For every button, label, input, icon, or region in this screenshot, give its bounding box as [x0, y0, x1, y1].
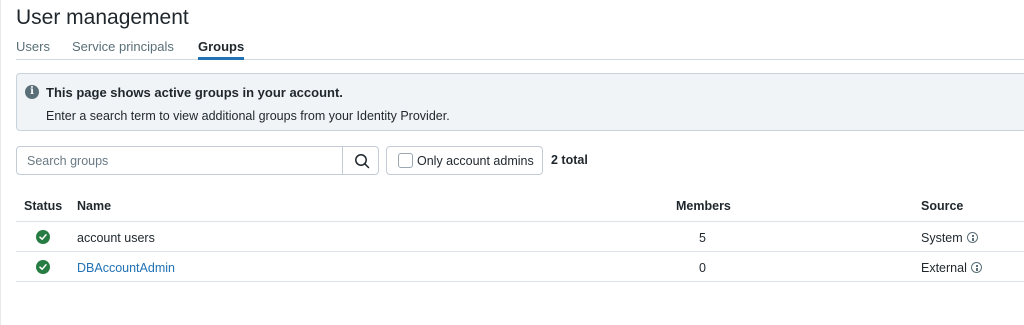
- header-divider: [16, 221, 1024, 222]
- banner-text: Enter a search term to view additional g…: [46, 109, 450, 123]
- filter-label: Only account admins: [417, 154, 534, 168]
- group-name[interactable]: account users: [77, 230, 155, 246]
- group-source: System: [921, 231, 963, 245]
- banner-title: This page shows active groups in your ac…: [46, 85, 343, 100]
- search-input[interactable]: [17, 147, 342, 174]
- member-count: 5: [699, 231, 706, 245]
- search-icon: [355, 154, 370, 169]
- search-button[interactable]: [342, 147, 379, 174]
- info-icon[interactable]: [967, 232, 978, 243]
- column-header-source: Source: [921, 199, 964, 213]
- row-divider: [16, 281, 1024, 282]
- group-source: External: [921, 261, 967, 275]
- check-icon: [39, 264, 47, 270]
- tab-users[interactable]: Users: [16, 39, 50, 55]
- column-header-name: Name: [77, 199, 112, 213]
- status-active-icon: [36, 260, 50, 274]
- info-icon[interactable]: [971, 262, 982, 273]
- tab-service-principals[interactable]: Service principals: [72, 39, 174, 55]
- row-divider: [16, 251, 1024, 252]
- check-icon: [39, 234, 47, 240]
- account-admins-filter[interactable]: Only account admins: [386, 146, 543, 175]
- status-active-icon: [36, 230, 50, 244]
- tab-bar: Users Service principals Groups: [16, 36, 1024, 60]
- info-banner: i This page shows active groups in your …: [16, 73, 1024, 131]
- page-title: User management: [16, 6, 189, 29]
- column-header-members: Members: [676, 199, 731, 213]
- member-count: 0: [699, 261, 706, 275]
- info-icon: i: [25, 85, 39, 99]
- search-box: [16, 146, 379, 175]
- column-header-status: Status: [24, 199, 63, 213]
- tab-groups[interactable]: Groups: [198, 39, 245, 60]
- total-count: 2 total: [551, 153, 588, 167]
- left-divider: [0, 0, 1, 325]
- group-name-link[interactable]: DBAccountAdmin: [77, 260, 175, 276]
- user-management-page: User management Users Service principals…: [16, 0, 1024, 325]
- account-admins-checkbox[interactable]: [398, 153, 413, 168]
